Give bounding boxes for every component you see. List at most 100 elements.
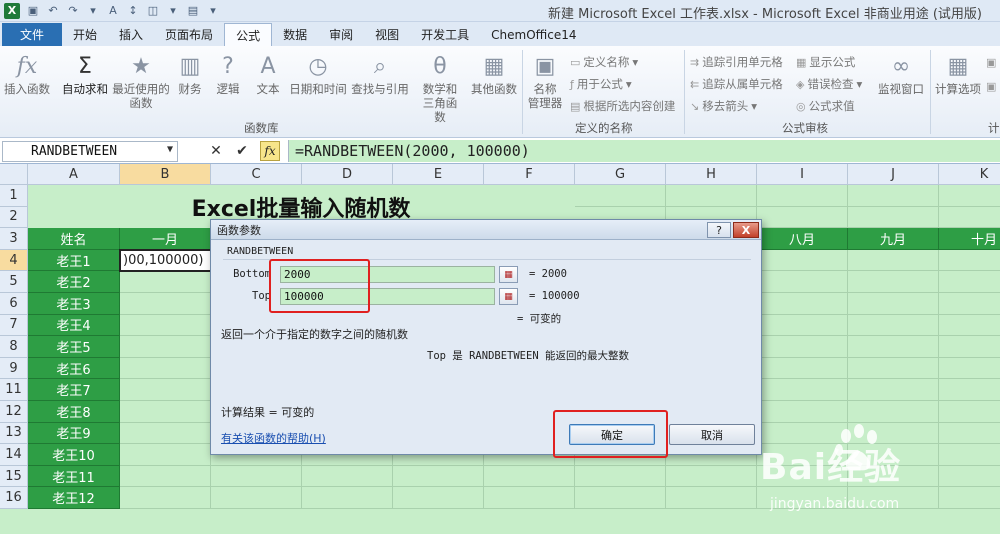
cell[interactable] <box>575 465 666 488</box>
tab-7[interactable]: 视图 <box>364 23 410 46</box>
cell[interactable] <box>848 401 939 423</box>
column-header-a[interactable]: A <box>28 164 120 185</box>
collapse-dialog-icon[interactable]: ▦ <box>499 266 518 283</box>
cell[interactable] <box>757 249 848 272</box>
dropdown-icon[interactable]: ▾ <box>86 4 100 18</box>
cell[interactable] <box>120 271 211 293</box>
cell[interactable] <box>939 423 1000 445</box>
cell[interactable] <box>211 465 302 488</box>
name-manager-button[interactable]: ▣ 名称 管理器 <box>524 52 566 111</box>
tab-3[interactable]: 页面布局 <box>154 23 224 46</box>
insert-function-button[interactable]: fx 插入函数 <box>2 52 52 97</box>
row-header-14[interactable]: 14 <box>0 444 28 466</box>
cell[interactable] <box>848 379 939 401</box>
math-trig-button[interactable]: θ 数学和 三角函数 <box>418 52 462 125</box>
tab-1[interactable]: 开始 <box>62 23 108 46</box>
trace-precedents-button[interactable]: ⇉ 追踪引用单元格 <box>690 54 783 70</box>
name-cell[interactable]: 老王5 <box>28 336 120 358</box>
calc-now-icon[interactable]: ▣ <box>986 56 996 69</box>
tab-4[interactable]: 公式 <box>224 23 273 46</box>
cell[interactable] <box>393 487 484 509</box>
calc-sheet-icon[interactable]: ▣ <box>986 80 996 93</box>
cell[interactable] <box>848 185 939 207</box>
cell[interactable] <box>939 466 1000 488</box>
dropdown-icon[interactable]: ▾ <box>166 4 180 18</box>
column-header-j[interactable]: J <box>848 164 939 185</box>
column-header-k[interactable]: K <box>939 164 1000 185</box>
cell[interactable] <box>939 358 1000 380</box>
collapse-dialog-icon[interactable]: ▦ <box>499 288 518 305</box>
font-size-up-icon[interactable]: A <box>106 4 120 18</box>
tab-8[interactable]: 开发工具 <box>410 23 480 46</box>
cell[interactable] <box>484 487 575 509</box>
cell[interactable] <box>939 444 1000 466</box>
row-header-9[interactable]: 9 <box>0 357 28 380</box>
column-header-g[interactable]: G <box>575 164 666 185</box>
cell[interactable] <box>120 293 211 315</box>
row-header-5[interactable]: 5 <box>0 271 28 293</box>
use-in-formula-button[interactable]: ƒ 用于公式 ▾ <box>570 76 632 92</box>
name-cell[interactable]: 老王1 <box>28 249 120 272</box>
cell[interactable] <box>393 465 484 488</box>
cell[interactable] <box>120 357 211 380</box>
cell[interactable] <box>939 293 1000 315</box>
row-header-6[interactable]: 6 <box>0 293 28 315</box>
cell[interactable] <box>211 487 302 509</box>
cell[interactable] <box>939 336 1000 358</box>
logical-button[interactable]: ? 逻辑 <box>212 52 244 97</box>
row-header-4[interactable]: 4 <box>0 249 28 272</box>
name-cell[interactable]: 老王9 <box>28 422 120 445</box>
evaluate-formula-button[interactable]: ◎ 公式求值 <box>796 98 855 114</box>
cell[interactable] <box>120 336 211 358</box>
tab-2[interactable]: 插入 <box>108 23 154 46</box>
help-link[interactable]: 有关该函数的帮助(H) <box>221 430 326 446</box>
cell[interactable] <box>666 185 757 207</box>
cell[interactable] <box>120 422 211 445</box>
name-cell[interactable]: 老王11 <box>28 465 120 488</box>
column-header-d[interactable]: D <box>302 164 393 185</box>
insert-function-fx-icon[interactable]: fx <box>260 141 280 161</box>
cell[interactable] <box>848 357 939 380</box>
cancel-button[interactable]: 取消 <box>669 424 755 445</box>
help-button[interactable]: ? <box>707 222 731 238</box>
financial-button[interactable]: ▥ 财务 <box>174 52 206 97</box>
cell[interactable] <box>939 487 1000 509</box>
cell[interactable] <box>757 271 848 293</box>
cell[interactable] <box>666 465 757 488</box>
save-icon[interactable]: ▣ <box>26 4 40 18</box>
cell[interactable] <box>939 379 1000 401</box>
error-checking-button[interactable]: ◈ 错误检查 ▾ <box>796 76 862 92</box>
row-header-13[interactable]: 13 <box>0 422 28 445</box>
cell[interactable] <box>848 249 939 272</box>
cell[interactable] <box>939 207 1000 229</box>
name-cell[interactable]: 老王3 <box>28 293 120 315</box>
column-header-e[interactable]: E <box>393 164 484 185</box>
cell[interactable] <box>757 336 848 358</box>
lookup-button[interactable]: ⌕ 查找与引用 <box>350 52 410 97</box>
cell[interactable] <box>575 185 666 207</box>
name-box[interactable]: RANDBETWEEN ▼ <box>2 140 178 162</box>
cell[interactable] <box>939 315 1000 337</box>
cell[interactable] <box>120 444 211 466</box>
cell[interactable] <box>120 487 211 509</box>
header-month-cell[interactable]: 八月 <box>757 228 848 250</box>
cell[interactable] <box>120 314 211 337</box>
autosum-button[interactable]: Σ 自动求和 <box>58 52 112 97</box>
cell[interactable] <box>848 314 939 337</box>
cell[interactable] <box>939 250 1000 272</box>
cell[interactable] <box>302 465 393 488</box>
datetime-button[interactable]: ◷ 日期和时间 <box>288 52 348 97</box>
name-cell[interactable]: 老王7 <box>28 379 120 401</box>
cell[interactable] <box>120 401 211 423</box>
chevron-down-icon[interactable]: ▼ <box>167 144 173 155</box>
tab-6[interactable]: 审阅 <box>318 23 364 46</box>
cell[interactable] <box>120 465 211 488</box>
cell[interactable] <box>302 487 393 509</box>
name-cell[interactable]: 老王4 <box>28 314 120 337</box>
show-formulas-button[interactable]: ▦ 显示公式 <box>796 54 855 70</box>
cell[interactable] <box>848 336 939 358</box>
cell[interactable] <box>757 379 848 401</box>
row-header-16[interactable]: 16 <box>0 487 28 509</box>
cell[interactable] <box>484 465 575 488</box>
name-cell[interactable]: 老王10 <box>28 444 120 466</box>
